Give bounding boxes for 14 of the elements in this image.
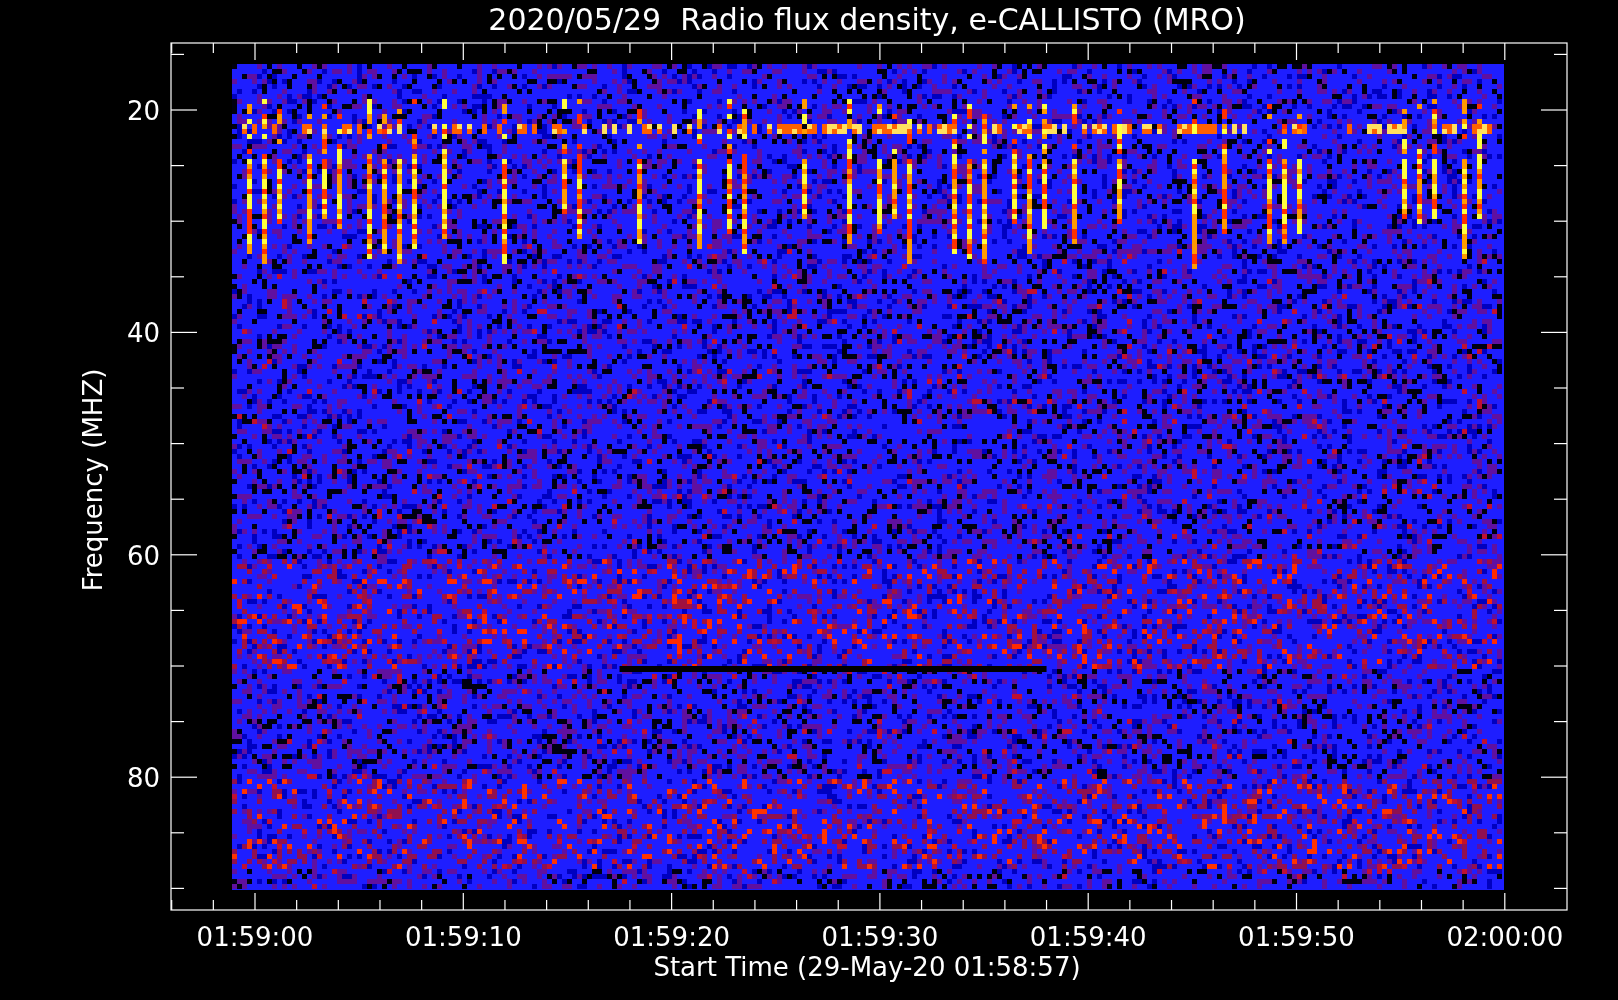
x-tick-label: 01:59:40 xyxy=(1029,922,1147,952)
y-tick-label: 60 xyxy=(126,540,160,571)
x-tick-label: 01:59:50 xyxy=(1238,922,1355,952)
y-tick-label: 40 xyxy=(126,318,160,349)
x-tick-label: 01:59:00 xyxy=(196,922,314,952)
y-tick-label: 20 xyxy=(126,96,160,126)
x-tick-label: 01:59:10 xyxy=(404,922,522,952)
y-tick-label: 80 xyxy=(126,763,160,794)
x-tick-label: 01:59:20 xyxy=(613,922,730,952)
chart-title: 2020/05/29 Radio flux density, e-CALLISTO (MRO) xyxy=(488,2,1246,37)
x-tick-label: 01:59:30 xyxy=(821,922,939,952)
y-axis-title: Frequency (MHZ) xyxy=(78,368,108,592)
x-axis-title: Start Time (29-May-20 01:58:57) xyxy=(653,952,1081,982)
x-tick-label: 02:00:00 xyxy=(1446,922,1564,952)
